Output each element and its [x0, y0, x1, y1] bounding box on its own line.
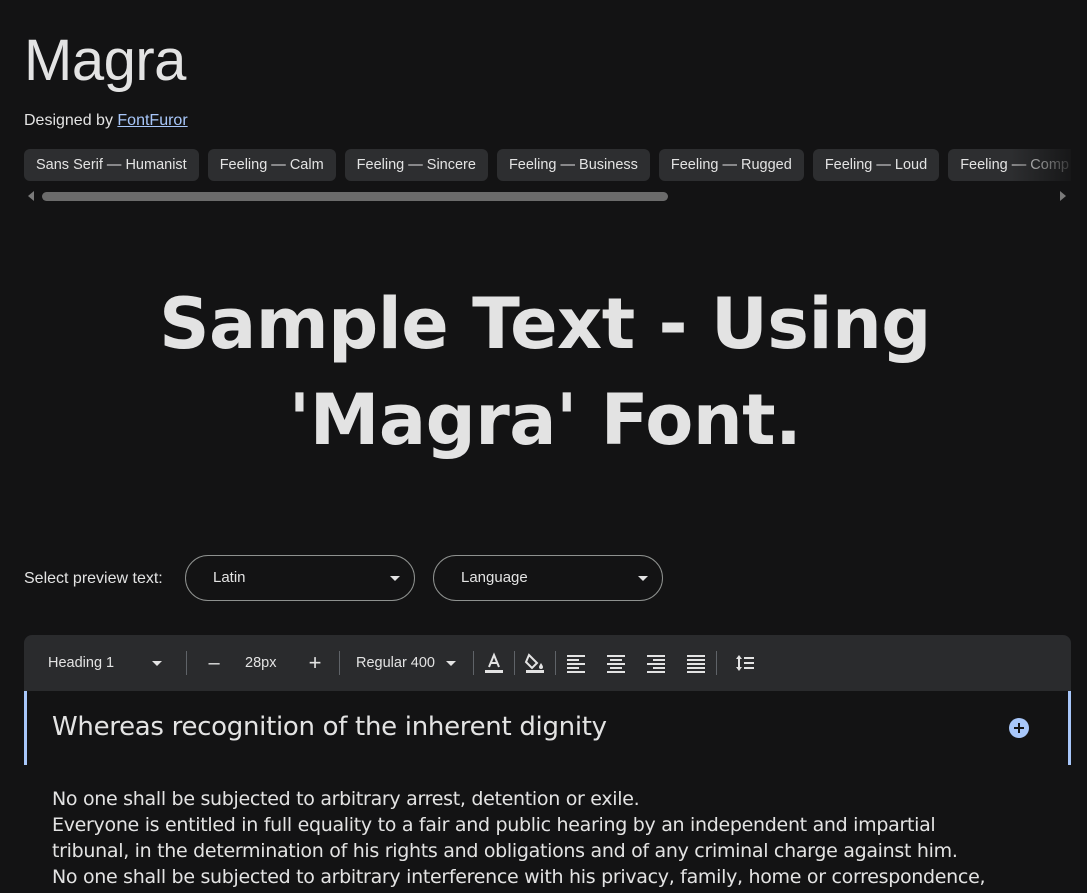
body-line: No one shall be subjected to arbitrary i…	[52, 866, 986, 888]
align-left-icon[interactable]	[564, 651, 588, 675]
editor-toolbar: Heading 1 – 28px + Regular 400	[24, 635, 1071, 691]
designer-link[interactable]: FontFuror	[117, 112, 187, 129]
font-specimen-page: Magra Designed by FontFuror Sans Serif —…	[0, 0, 1087, 893]
line-height-icon[interactable]	[733, 651, 757, 675]
scroll-left-arrow-icon[interactable]	[28, 191, 34, 201]
align-center-icon[interactable]	[604, 651, 628, 675]
decrease-size-button[interactable]: –	[203, 635, 225, 691]
sample-text: Sample Text - Using 'Magra' Font.	[159, 283, 931, 461]
designer-line: Designed by FontFuror	[24, 110, 188, 132]
font-size-value[interactable]: 28px	[245, 635, 301, 691]
language-select-value: Language	[461, 569, 528, 586]
body-line: tribunal, in the determination of his ri…	[52, 840, 958, 862]
body-line: Everyone is entitled in full equality to…	[52, 814, 936, 836]
script-select[interactable]: Latin	[185, 555, 415, 601]
script-select-value: Latin	[213, 569, 246, 586]
tag-chip[interactable]: Feeling — Rugged	[658, 149, 804, 181]
editor-heading-text[interactable]: Whereas recognition of the inherent dign…	[52, 709, 607, 745]
scroll-right-arrow-icon[interactable]	[1060, 191, 1066, 201]
tag-chip[interactable]: Feeling — Sincere	[344, 149, 488, 181]
chevron-down-icon	[152, 661, 162, 666]
chevron-down-icon	[446, 661, 456, 666]
body-line: No one shall be subjected to arbitrary a…	[52, 788, 640, 810]
toolbar-divider	[186, 651, 187, 675]
tag-chip[interactable]: Feeling — Calm	[207, 149, 336, 181]
editor-body-text[interactable]: No one shall be subjected to arbitrary a…	[52, 786, 1052, 890]
font-weight-value: Regular 400	[356, 655, 435, 671]
text-style-dropdown[interactable]: Heading 1	[48, 635, 188, 691]
toolbar-divider	[555, 651, 556, 675]
tags-scrollbar-thumb[interactable]	[42, 192, 668, 201]
chevron-down-icon	[638, 576, 648, 581]
align-right-icon[interactable]	[644, 651, 668, 675]
toolbar-divider	[514, 651, 515, 675]
text-style-value: Heading 1	[48, 655, 115, 671]
tag-list: Sans Serif — Humanist Feeling — Calm Fee…	[24, 149, 1071, 182]
highlight-color-icon[interactable]	[523, 651, 547, 675]
designed-by-label: Designed by	[24, 112, 113, 129]
tag-chip[interactable]: Feeling — Loud	[812, 149, 940, 181]
editor-heading-block[interactable]: Whereas recognition of the inherent dign…	[24, 691, 1071, 765]
preview-text-label: Select preview text:	[24, 570, 163, 587]
tag-chip[interactable]: Feeling — Business	[496, 149, 650, 181]
font-title: Magra	[24, 28, 186, 93]
toolbar-divider	[716, 651, 717, 675]
toolbar-divider	[339, 651, 340, 675]
tag-chip[interactable]: Sans Serif — Humanist	[24, 149, 199, 181]
toolbar-divider	[473, 651, 474, 675]
tag-chip[interactable]: Feeling — Comp	[948, 149, 1071, 181]
align-justify-icon[interactable]	[684, 651, 708, 675]
chevron-down-icon	[390, 576, 400, 581]
add-circle-icon[interactable]	[1008, 717, 1030, 739]
language-select[interactable]: Language	[433, 555, 663, 601]
increase-size-button[interactable]: +	[304, 635, 326, 691]
text-color-icon[interactable]	[482, 651, 506, 675]
